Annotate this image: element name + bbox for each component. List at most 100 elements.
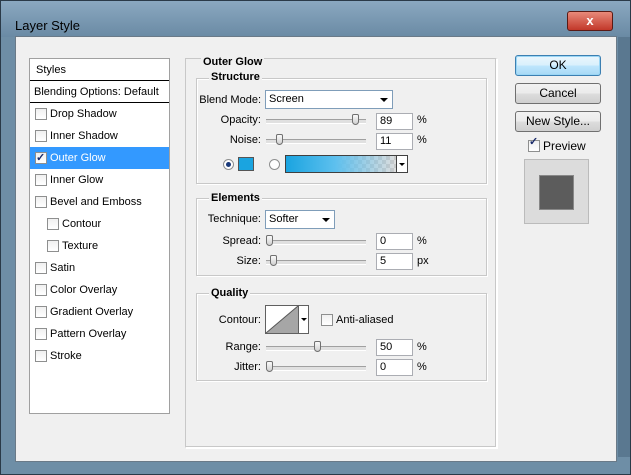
style-item-bevel-and-emboss[interactable]: Bevel and Emboss (30, 191, 169, 213)
spread-unit: % (417, 235, 427, 247)
style-item-pattern-overlay[interactable]: Pattern Overlay (30, 323, 169, 345)
style-item-contour[interactable]: Contour (30, 213, 169, 235)
style-item-label: Outer Glow (50, 152, 106, 164)
new-style-button[interactable]: New Style... (515, 111, 601, 132)
chevron-down-icon (322, 218, 330, 222)
blend-mode-value: Screen (269, 93, 304, 105)
range-slider-thumb[interactable] (314, 341, 321, 352)
opacity-unit: % (417, 114, 427, 126)
anti-aliased-label: Anti-aliased (336, 314, 394, 326)
size-label: Size: (236, 255, 261, 267)
layer-style-window: Layer Style x Styles Blending Options: D… (0, 0, 631, 475)
style-checkbox-inner-shadow[interactable] (35, 130, 47, 142)
noise-label: Noise: (229, 134, 261, 146)
style-checkbox-pattern-overlay[interactable] (35, 328, 47, 340)
styles-header[interactable]: Styles (30, 59, 169, 81)
style-item-label: Stroke (50, 350, 82, 362)
jitter-input[interactable]: 0 (376, 359, 413, 376)
style-item-inner-glow[interactable]: Inner Glow (30, 169, 169, 191)
dialog-client-area: Styles Blending Options: Default Drop Sh… (15, 36, 617, 462)
style-item-label: Satin (50, 262, 76, 274)
contour-label: Contour: (218, 314, 261, 326)
size-slider-thumb[interactable] (270, 255, 277, 266)
blend-mode-select[interactable]: Screen (265, 90, 393, 109)
style-item-drop-shadow[interactable]: Drop Shadow (30, 103, 169, 125)
opacity-input[interactable]: 89 (376, 113, 413, 130)
size-input[interactable]: 5 (376, 253, 413, 270)
jitter-slider[interactable] (266, 361, 366, 372)
glow-gradient-picker[interactable] (285, 155, 397, 173)
style-item-label: Color Overlay (50, 284, 118, 296)
title-bar[interactable]: Layer Style x (1, 1, 630, 37)
style-item-gradient-overlay[interactable]: Gradient Overlay (30, 301, 169, 323)
style-item-label: Bevel and Emboss (50, 196, 142, 208)
style-item-inner-shadow[interactable]: Inner Shadow (30, 125, 169, 147)
noise-slider[interactable] (266, 134, 366, 145)
style-checkbox-color-overlay[interactable] (35, 284, 47, 296)
style-checkbox-inner-glow[interactable] (35, 174, 47, 186)
range-slider[interactable] (266, 341, 366, 352)
style-checkbox-texture[interactable] (47, 240, 59, 252)
style-checkbox-outer-glow[interactable] (35, 147, 47, 169)
gradient-dropdown-arrow[interactable] (396, 155, 408, 173)
size-slider[interactable] (266, 255, 366, 266)
glow-color-swatch[interactable] (238, 157, 254, 171)
contour-dropdown-arrow[interactable] (298, 305, 309, 334)
style-checkbox-bevel-and-emboss[interactable] (35, 196, 47, 208)
noise-input[interactable]: 11 (376, 133, 413, 150)
style-item-stroke[interactable]: Stroke (30, 345, 169, 367)
anti-aliased-checkbox[interactable] (321, 314, 333, 326)
gradient-radio[interactable] (269, 159, 280, 170)
style-item-label: Drop Shadow (50, 108, 117, 120)
style-item-label: Inner Shadow (50, 130, 118, 142)
technique-label: Technique: (207, 213, 261, 225)
technique-select[interactable]: Softer (265, 210, 335, 229)
jitter-slider-thumb[interactable] (266, 361, 273, 372)
spread-label: Spread: (222, 235, 261, 247)
style-item-label: Pattern Overlay (50, 328, 127, 340)
jitter-unit: % (417, 361, 427, 373)
noise-slider-thumb[interactable] (276, 134, 283, 145)
technique-value: Softer (269, 213, 299, 225)
opacity-slider[interactable] (266, 114, 366, 125)
style-checkbox-satin[interactable] (35, 262, 47, 274)
preview-swatch (540, 176, 573, 209)
range-label: Range: (225, 341, 261, 353)
contour-picker[interactable] (265, 305, 299, 334)
style-item-label: Gradient Overlay (50, 306, 134, 318)
style-checkbox-stroke[interactable] (35, 350, 47, 362)
style-item-satin[interactable]: Satin (30, 257, 169, 279)
spread-slider-thumb[interactable] (266, 235, 273, 246)
window-title: Layer Style (15, 18, 81, 33)
close-button[interactable]: x (567, 11, 613, 31)
spread-input[interactable]: 0 (376, 233, 413, 250)
style-item-label: Inner Glow (50, 174, 104, 186)
ok-button[interactable]: OK (515, 55, 601, 76)
quality-title: Quality (209, 287, 251, 299)
style-checkbox-contour[interactable] (47, 218, 59, 230)
solid-color-radio[interactable] (223, 159, 234, 170)
spread-slider[interactable] (266, 235, 366, 246)
preview-label: Preview (543, 139, 586, 153)
style-item-outer-glow[interactable]: Outer Glow (30, 147, 169, 169)
jitter-label: Jitter: (234, 361, 261, 373)
window-frame-right (618, 37, 630, 457)
style-checkbox-gradient-overlay[interactable] (35, 306, 47, 318)
preview-checkbox[interactable] (528, 135, 540, 152)
style-item-texture[interactable]: Texture (30, 235, 169, 257)
blending-options-item[interactable]: Blending Options: Default (30, 81, 169, 103)
range-unit: % (417, 341, 427, 353)
noise-unit: % (417, 134, 427, 146)
cancel-button[interactable]: Cancel (515, 83, 601, 104)
contour-linear-icon (266, 306, 298, 333)
chevron-down-icon (380, 98, 388, 102)
styles-list: Styles Blending Options: Default Drop Sh… (29, 58, 170, 414)
opacity-slider-thumb[interactable] (352, 114, 359, 125)
size-unit: px (417, 255, 429, 267)
range-input[interactable]: 50 (376, 339, 413, 356)
elements-title: Elements (209, 192, 262, 204)
outer-glow-title: Outer Glow (201, 56, 265, 68)
style-checkbox-drop-shadow[interactable] (35, 108, 47, 120)
style-item-color-overlay[interactable]: Color Overlay (30, 279, 169, 301)
style-item-label: Texture (62, 240, 99, 252)
